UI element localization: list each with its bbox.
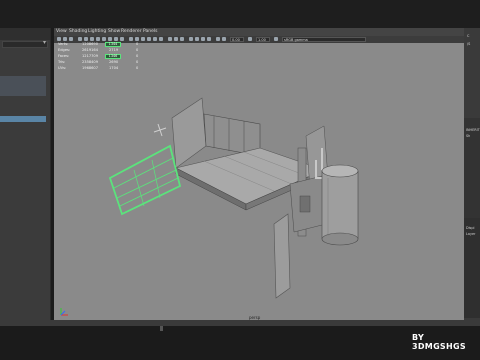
channel-box-shape: Sh (466, 134, 471, 138)
outliner-selected-item[interactable] (0, 116, 46, 122)
model-tank-top (321, 164, 359, 178)
bottom-bar (0, 326, 480, 360)
viewport-3d[interactable]: View Shading Lighting Show Renderer Pane… (54, 28, 464, 320)
channel-box-attributes: INHERIT Sh (464, 118, 480, 218)
model-ramp-selected[interactable] (108, 144, 182, 216)
layer-editor: Dispi Layer (464, 218, 480, 318)
outliner-filter-dropdown[interactable]: ▾ (2, 39, 48, 48)
app-top-strip (0, 0, 480, 28)
time-slider-handle[interactable] (160, 326, 163, 331)
chevron-down-icon: ▾ (42, 39, 46, 46)
axis-gizmo-icon (60, 308, 68, 316)
model-tank[interactable] (321, 170, 359, 240)
trailer-model[interactable] (54, 28, 464, 320)
model-side-panel[interactable] (171, 97, 207, 169)
channel-box-label-1: C (467, 34, 470, 38)
outliner-panel: ▾ (0, 28, 51, 320)
channel-box-label-2: /S (467, 42, 471, 46)
model-door-panel[interactable] (273, 213, 291, 299)
layer-editor-display[interactable]: Dispi (466, 226, 474, 230)
channel-box-panel: C /S INHERIT Sh Dispi Layer (464, 28, 480, 320)
layer-editor-layers[interactable]: Layer (466, 232, 475, 236)
outliner-group[interactable] (0, 76, 46, 96)
channel-box-inherit: INHERIT (466, 128, 480, 132)
watermark-text: BY 3DMGSHGS (412, 333, 466, 351)
